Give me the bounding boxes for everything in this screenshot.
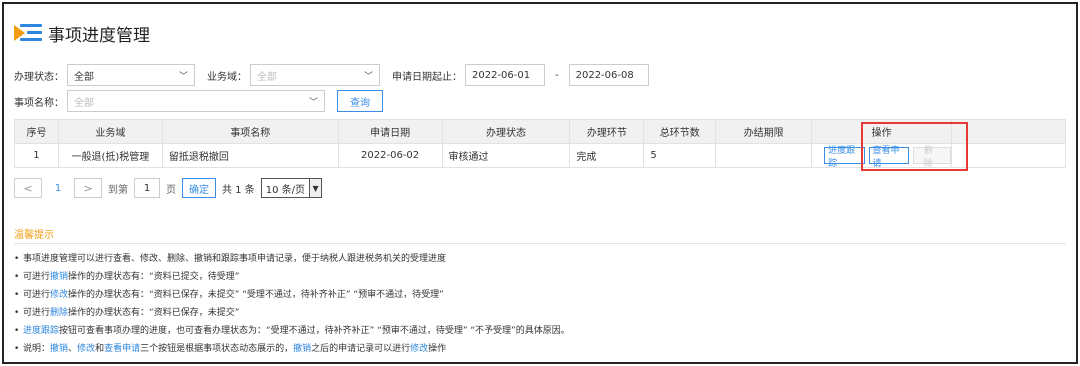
total-count: 共 1 条 (222, 184, 255, 196)
query-button[interactable]: 查询 (337, 90, 383, 112)
tip-line-3: • 可进行修改操作的办理状态有：“资料已保存，未提交” “受理不通过，待补齐补正”… (14, 290, 444, 300)
filter-row-2: 事项名称： 全部 ﹀ 查询 (14, 90, 383, 112)
col-header-stage: 办理环节 (569, 119, 645, 144)
cell-status: 审核通过 (441, 143, 571, 168)
page-header: 事项进度管理 (14, 18, 150, 48)
col-header-spacer (951, 119, 1066, 144)
domain-select[interactable]: 全部 ﹀ (250, 64, 380, 86)
filter-row-1: 办理状态： 全部 ﹀ 业务域： 全部 ﹀ 申请日期起止： 2022-06-01 … (14, 64, 649, 86)
tip-line-5: • 进度跟踪按钮可查看事项办理的进度，也可查看办理状态为：“受理不通过，待补齐补正… (14, 326, 570, 336)
confirm-page-button[interactable]: 确定 (182, 178, 216, 198)
track-progress-button[interactable]: 进度跟踪 (824, 146, 865, 169)
page-size-value: 10 条/页 (265, 184, 306, 196)
tips-list: • 事项进度管理可以进行查看、修改、删除、撤销和跟踪事项申请记录，便于纳税人跟进税… (14, 250, 570, 358)
chevron-down-icon: ﹀ (308, 97, 318, 108)
tip-line-4: • 可进行删除操作的办理状态有：“资料已保存，未提交” (14, 308, 240, 318)
cell-date: 2022-06-02 (337, 143, 443, 168)
cell-stage: 完成 (569, 143, 645, 168)
col-header-date: 申请日期 (337, 119, 443, 144)
item-name-label: 事项名称： (14, 97, 64, 109)
cell-domain: 一般退(抵)税管理 (57, 143, 163, 168)
cell-total: 5 (643, 143, 717, 168)
status-select[interactable]: 全部 ﹀ (67, 64, 195, 86)
next-page-button[interactable]: > (74, 178, 102, 198)
domain-label: 业务域： (207, 71, 247, 83)
page-size-select[interactable]: 10 条/页 ▼ (260, 178, 323, 198)
col-header-domain: 业务域 (57, 119, 163, 144)
prev-page-button[interactable]: < (14, 178, 42, 198)
pagination: < 1 > 到第 1 页 确定 共 1 条 10 条/页 ▼ (14, 178, 323, 198)
page-number[interactable]: 1 (48, 183, 68, 194)
track-link: 进度跟踪 (23, 326, 60, 336)
col-header-status: 办理状态 (441, 119, 571, 144)
modify-link: 修改 (50, 290, 69, 300)
page-title: 事项进度管理 (48, 25, 150, 46)
status-select-value: 全部 (74, 71, 94, 83)
item-name-placeholder: 全部 (74, 97, 94, 109)
goto-label: 到第 (108, 184, 128, 196)
col-header-deadline: 办结期限 (715, 119, 813, 144)
chevron-down-icon: ﹀ (178, 71, 188, 82)
menu-logo-icon (14, 21, 44, 45)
highlight-box (861, 122, 968, 171)
tips-divider (14, 243, 1066, 244)
delete-link: 删除 (50, 308, 69, 318)
col-header-total: 总环节数 (643, 119, 717, 144)
tips-title: 温馨提示 (14, 230, 54, 241)
cell-deadline (715, 143, 813, 168)
chevron-down-icon: ▼ (309, 179, 322, 197)
date-from-input[interactable]: 2022-06-01 (465, 64, 545, 86)
revoke-link: 撤销 (50, 272, 69, 282)
goto-page-input[interactable]: 1 (134, 178, 160, 198)
cell-spacer (951, 143, 1066, 168)
date-to-input[interactable]: 2022-06-08 (568, 64, 649, 86)
col-header-item: 事项名称 (161, 119, 339, 144)
page-unit-label: 页 (166, 184, 176, 196)
tip-line-1: • 事项进度管理可以进行查看、修改、删除、撤销和跟踪事项申请记录，便于纳税人跟进税… (14, 254, 447, 264)
col-header-no: 序号 (14, 119, 59, 144)
cell-item: 留抵退税撤回 (161, 143, 339, 168)
domain-select-placeholder: 全部 (257, 71, 277, 83)
cell-no: 1 (14, 143, 59, 168)
item-name-select[interactable]: 全部 ﹀ (67, 90, 325, 112)
chevron-down-icon: ﹀ (363, 71, 373, 82)
status-label: 办理状态： (14, 71, 64, 83)
tip-line-2: • 可进行撤销操作的办理状态有：“资料已提交，待受理” (14, 272, 240, 282)
tip-line-6: • 说明：撤销、修改和查看申请三个按钮是根据事项状态动态展示的，撤销之后的申请记录… (14, 344, 447, 354)
date-range-label: 申请日期起止： (392, 71, 462, 83)
date-separator: - (555, 69, 559, 81)
